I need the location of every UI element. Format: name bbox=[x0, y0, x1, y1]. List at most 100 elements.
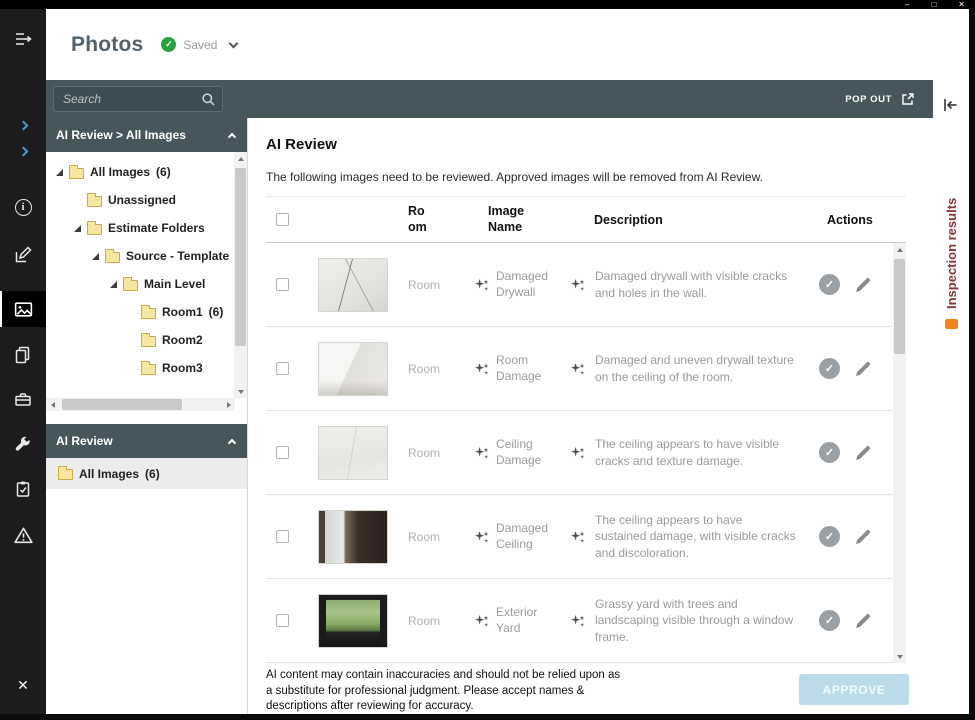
approve-check-icon[interactable] bbox=[819, 442, 840, 463]
tree-item-count: (6) bbox=[209, 305, 224, 319]
row-checkbox[interactable] bbox=[276, 530, 289, 543]
tree-horizontal-scrollbar[interactable] bbox=[46, 398, 235, 411]
edit-action-icon[interactable] bbox=[854, 528, 872, 546]
chevron-right-icon bbox=[18, 146, 28, 156]
search-input[interactable] bbox=[54, 87, 222, 111]
right-panel-strip: Inspection results bbox=[933, 9, 969, 714]
tree-item-room2[interactable]: Room2 bbox=[46, 326, 235, 354]
ai-sparkle-icon bbox=[474, 277, 490, 293]
row-checkbox[interactable] bbox=[276, 446, 289, 459]
chevron-right-icon bbox=[18, 120, 28, 130]
page-title: Photos bbox=[71, 33, 143, 57]
tree-item-source-template[interactable]: Source - Template bbox=[46, 242, 235, 270]
row-checkbox[interactable] bbox=[276, 278, 289, 291]
scroll-down-button[interactable] bbox=[234, 385, 247, 398]
row-checkbox[interactable] bbox=[276, 614, 289, 627]
window-minimize-button[interactable]: – bbox=[905, 0, 909, 9]
ai-sparkle-icon bbox=[474, 613, 490, 629]
image-name: Ceiling Damage bbox=[496, 437, 556, 468]
tree-item-label: All Images bbox=[90, 165, 150, 179]
tree-item-all-images-selected[interactable]: All Images (6) bbox=[46, 458, 247, 489]
scroll-left-button[interactable] bbox=[46, 398, 59, 411]
toolbox-icon[interactable] bbox=[0, 381, 46, 417]
table-row: Room Damaged Ceiling The ceiling appears… bbox=[266, 495, 893, 579]
approve-check-icon[interactable] bbox=[819, 526, 840, 547]
chevron-up-icon bbox=[228, 438, 236, 446]
tree-item-room3[interactable]: Room3 bbox=[46, 354, 235, 382]
ai-sparkle-icon bbox=[570, 529, 586, 545]
scroll-down-button[interactable] bbox=[893, 650, 906, 663]
photo-thumbnail[interactable] bbox=[318, 258, 388, 312]
saved-status-dropdown[interactable]: Saved bbox=[161, 37, 237, 52]
ai-review-title: AI Review bbox=[266, 136, 337, 153]
room-label: Room bbox=[400, 362, 460, 376]
approve-check-icon[interactable] bbox=[819, 358, 840, 379]
info-icon[interactable]: i bbox=[0, 189, 46, 225]
app-window: – □ ✕ i bbox=[0, 0, 975, 720]
tasks-icon[interactable] bbox=[0, 471, 46, 507]
tree-item-room1[interactable]: Room1 (6) bbox=[46, 298, 235, 326]
expand-triangle-icon[interactable] bbox=[110, 281, 117, 288]
scrollbar-thumb[interactable] bbox=[62, 399, 182, 410]
tree-breadcrumb-header[interactable]: AI Review > All Images bbox=[46, 118, 247, 152]
edit-icon[interactable] bbox=[0, 237, 46, 273]
edit-action-icon[interactable] bbox=[854, 444, 872, 462]
tree-item-label: Room2 bbox=[162, 333, 203, 347]
menu-expand-icon[interactable] bbox=[0, 21, 46, 57]
alerts-icon[interactable] bbox=[0, 517, 46, 553]
photo-thumbnail[interactable] bbox=[318, 594, 388, 648]
photos-icon[interactable] bbox=[0, 291, 46, 327]
tree-item-main-level[interactable]: Main Level bbox=[46, 270, 235, 298]
ai-disclaimer: AI content may contain inaccuracies and … bbox=[266, 668, 624, 715]
approve-button[interactable]: APPROVE bbox=[799, 674, 909, 705]
tree-item-estimate-folders[interactable]: Estimate Folders bbox=[46, 214, 235, 242]
edit-action-icon[interactable] bbox=[854, 612, 872, 630]
select-all-checkbox[interactable] bbox=[276, 213, 289, 226]
table-row: Room Room Damage Damaged and uneven dryw… bbox=[266, 327, 893, 411]
window-titlebar: – □ ✕ bbox=[0, 0, 975, 9]
nav-chevron-icon[interactable] bbox=[0, 133, 46, 169]
inspection-results-label: Inspection results bbox=[944, 198, 959, 309]
tree-item-all-images[interactable]: All Images (6) bbox=[46, 158, 235, 186]
photo-thumbnail[interactable] bbox=[318, 342, 388, 396]
approve-check-icon[interactable] bbox=[819, 274, 840, 295]
photo-thumbnail[interactable] bbox=[318, 426, 388, 480]
pop-out-button[interactable]: POP OUT bbox=[841, 86, 919, 112]
image-description: Damaged and uneven drywall texture on th… bbox=[595, 352, 797, 384]
scroll-up-button[interactable] bbox=[893, 243, 906, 256]
scrollbar-thumb[interactable] bbox=[894, 259, 905, 354]
inspection-results-tab[interactable]: Inspection results bbox=[938, 134, 964, 329]
chevron-up-icon bbox=[228, 132, 236, 140]
collapse-panel-icon[interactable] bbox=[942, 97, 959, 118]
edit-action-icon[interactable] bbox=[854, 276, 872, 294]
scroll-up-button[interactable] bbox=[234, 152, 247, 165]
expand-triangle-icon[interactable] bbox=[56, 169, 63, 176]
approve-check-icon[interactable] bbox=[819, 610, 840, 631]
tools-icon[interactable] bbox=[0, 427, 46, 463]
search-icon[interactable] bbox=[201, 92, 216, 112]
tree-item-unassigned[interactable]: Unassigned bbox=[46, 186, 235, 214]
expand-triangle-icon[interactable] bbox=[92, 253, 99, 260]
documents-icon[interactable] bbox=[0, 337, 46, 373]
image-description: Damaged drywall with visible cracks and … bbox=[595, 268, 797, 300]
photo-thumbnail[interactable] bbox=[318, 510, 388, 564]
window-close-button[interactable]: ✕ bbox=[958, 0, 965, 9]
tree-item-label: All Images bbox=[79, 467, 139, 481]
ai-review-section-header[interactable]: AI Review bbox=[46, 424, 247, 458]
table-row: Room Exterior Yard Grassy yard with tree… bbox=[266, 579, 893, 663]
folder-icon bbox=[141, 364, 156, 375]
image-description: Grassy yard with trees and landscaping v… bbox=[595, 596, 797, 645]
tree-vertical-scrollbar[interactable] bbox=[234, 152, 247, 398]
edit-action-icon[interactable] bbox=[854, 360, 872, 378]
ai-sparkle-icon bbox=[570, 445, 586, 461]
ai-sparkle-icon bbox=[570, 361, 586, 377]
expand-triangle-icon[interactable] bbox=[74, 225, 81, 232]
table-vertical-scrollbar[interactable] bbox=[893, 243, 906, 663]
scroll-right-button[interactable] bbox=[222, 398, 235, 411]
folder-icon bbox=[105, 252, 120, 263]
window-maximize-button[interactable]: □ bbox=[931, 0, 936, 9]
scrollbar-thumb[interactable] bbox=[235, 168, 246, 346]
row-checkbox[interactable] bbox=[276, 362, 289, 375]
close-icon[interactable]: ✕ bbox=[0, 667, 46, 703]
column-header-description: Description bbox=[556, 213, 811, 227]
